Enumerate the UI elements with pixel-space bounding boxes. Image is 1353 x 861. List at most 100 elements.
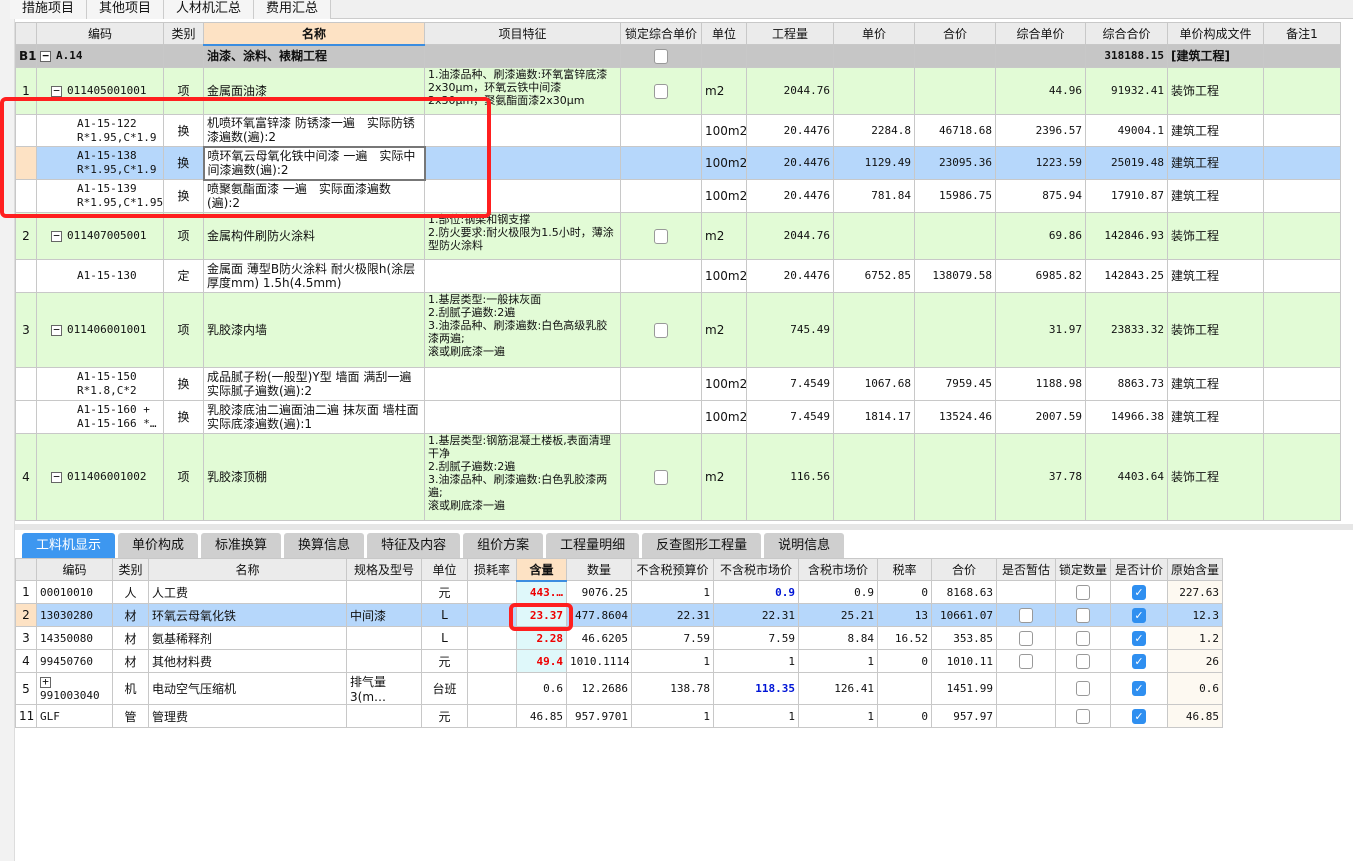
- priced-checkbox[interactable]: ✓: [1132, 607, 1146, 623]
- resource-row[interactable]: 2 13030280 材环氧云母氧化铁 中间漆 L 23.37 477.8604 22.31 2…: [15, 603, 1223, 627]
- note-header[interactable]: 备注1: [1263, 22, 1341, 45]
- resource-row[interactable]: 1 00010010 人人工费元 443.… 9076.25 1 0.9 0.9 0 8168.6…: [15, 580, 1223, 604]
- splitter[interactable]: [15, 524, 1353, 530]
- price-file-cell[interactable]: 装饰工程: [1167, 67, 1264, 115]
- total-header[interactable]: 合价: [914, 22, 996, 45]
- note-cell[interactable]: [1263, 433, 1341, 521]
- code-cell[interactable]: 13030280: [36, 603, 113, 627]
- lock-price-checkbox[interactable]: [654, 469, 668, 485]
- tax-rate-cell[interactable]: 13: [877, 603, 932, 627]
- note-cell[interactable]: [1263, 212, 1341, 260]
- bill-row[interactable]: 3−011406001001 项乳胶漆内墙 1.基层类型:一般抹灰面 2.刮腻子遍数…: [15, 292, 1341, 368]
- name-cell[interactable]: 油漆、涂料、裱糊工程: [203, 44, 425, 68]
- lock-price-checkbox[interactable]: [654, 48, 668, 64]
- name-cell[interactable]: 环氧云母氧化铁: [148, 603, 347, 627]
- code-cell[interactable]: −011405001001: [36, 67, 164, 115]
- collapse-icon[interactable]: −: [51, 324, 62, 336]
- name-cell[interactable]: 其他材料费: [148, 649, 347, 673]
- priced-checkbox[interactable]: ✓: [1132, 653, 1146, 669]
- code-cell[interactable]: A1-15-150 R*1.8,C*2: [36, 367, 164, 401]
- tax-rate-cell[interactable]: 0: [877, 704, 932, 728]
- detail-tab[interactable]: 反查图形工程量: [642, 533, 762, 558]
- tax-rate-cell[interactable]: 16.52: [877, 626, 932, 650]
- detail-tab[interactable]: 单价构成: [118, 533, 199, 558]
- name-cell[interactable]: 金属面油漆: [203, 67, 425, 115]
- name-cell[interactable]: 乳胶漆顶棚: [203, 433, 425, 521]
- type-header[interactable]: 类别: [163, 22, 204, 45]
- code-header[interactable]: 编码: [36, 22, 164, 45]
- detail-tab[interactable]: 说明信息: [764, 533, 845, 558]
- quantity-header[interactable]: 工程量: [746, 22, 834, 45]
- total-header[interactable]: 合价: [931, 558, 997, 581]
- detail-tab[interactable]: 组价方案: [463, 533, 544, 558]
- code-cell[interactable]: GLF: [36, 704, 113, 728]
- bill-row[interactable]: B1− A.14 油漆、涂料、裱糊工程 318188.15 [建筑工程]: [15, 44, 1341, 68]
- market-price-header[interactable]: 不含税市场价: [713, 558, 799, 581]
- feature-cell[interactable]: 1.油漆品种、刷漆遍数:环氧富锌底漆2x30μm，环氧云铁中间漆2x30μm，聚…: [424, 67, 621, 115]
- bill-row[interactable]: A1-15-130 定金属面 薄型B防火涂料 耐火极限h(涂层厚度mm) 1.5h…: [15, 259, 1341, 293]
- loss-rate-cell[interactable]: [467, 649, 517, 673]
- provisional-checkbox[interactable]: [1019, 607, 1033, 623]
- bill-row[interactable]: A1-15-150 R*1.8,C*2 换成品腻子粉(一般型)Y型 墙面 满刮一遍…: [15, 367, 1341, 401]
- market-price-cell[interactable]: 1: [713, 704, 799, 728]
- resource-row[interactable]: 11 GLF 管管理费元 46.85 957.9701 1 1 1 0 957.97 ✓ 46.85: [15, 704, 1223, 728]
- price-file-cell[interactable]: 建筑工程: [1167, 114, 1264, 147]
- price-file-cell[interactable]: [建筑工程]: [1167, 44, 1264, 68]
- bill-row[interactable]: 2−011407005001 项金属构件刷防火涂料 1.部位:钢梁和钢支撑 2.防火…: [15, 212, 1341, 260]
- name-cell[interactable]: 电动空气压缩机: [148, 672, 347, 705]
- resource-row[interactable]: 4 99450760 材其他材料费元 49.4 1010.1114 1 1 1 0 1010.11…: [15, 649, 1223, 673]
- tab-fee-summary[interactable]: 费用汇总: [254, 0, 332, 19]
- loss-rate-cell[interactable]: [467, 603, 517, 627]
- name-cell[interactable]: 金属构件刷防火涂料: [203, 212, 425, 260]
- unit-price-header[interactable]: 单价: [833, 22, 915, 45]
- lock-quantity-checkbox[interactable]: [1076, 708, 1090, 724]
- price-file-cell[interactable]: 建筑工程: [1167, 146, 1264, 180]
- content-cell[interactable]: 0.6: [516, 672, 567, 705]
- code-cell[interactable]: A1-15-139 R*1.95,C*1.95: [36, 179, 164, 213]
- budget-price-header[interactable]: 不含税预算价: [631, 558, 714, 581]
- price-file-cell[interactable]: 装饰工程: [1167, 433, 1264, 521]
- collapse-icon[interactable]: −: [51, 85, 62, 97]
- resource-row[interactable]: 5 +991003040 机电动空气压缩机 排气量3(m… 台班 0.6 12.2686 13…: [15, 672, 1223, 705]
- lock-price-checkbox[interactable]: [654, 322, 668, 338]
- price-file-cell[interactable]: 装饰工程: [1167, 212, 1264, 260]
- name-cell[interactable]: 金属面 薄型B防火涂料 耐火极限h(涂层厚度mm) 1.5h(4.5mm): [203, 259, 425, 293]
- spec-cell[interactable]: 中间漆: [346, 603, 422, 627]
- tax-market-price-cell[interactable]: 0.9: [798, 580, 878, 604]
- spec-cell[interactable]: 排气量3(m…: [346, 672, 422, 705]
- price-file-cell[interactable]: 建筑工程: [1167, 179, 1264, 213]
- feature-cell[interactable]: 1.基层类型:一般抹灰面 2.刮腻子遍数:2遍 3.油漆品种、刷漆遍数:白色高级…: [424, 292, 621, 368]
- code-cell[interactable]: 99450760: [36, 649, 113, 673]
- code-cell[interactable]: −011407005001: [36, 212, 164, 260]
- tax-rate-header[interactable]: 税率: [877, 558, 932, 581]
- note-cell[interactable]: [1263, 179, 1341, 213]
- name-header[interactable]: 名称: [203, 22, 425, 46]
- lock-quantity-checkbox[interactable]: [1076, 607, 1090, 623]
- content-header[interactable]: 含量: [516, 558, 567, 582]
- code-header[interactable]: 编码: [36, 558, 113, 581]
- priced-checkbox[interactable]: ✓: [1132, 708, 1146, 724]
- price-file-cell[interactable]: 建筑工程: [1167, 259, 1264, 293]
- code-cell[interactable]: − A.14: [36, 44, 164, 68]
- tax-market-price-cell[interactable]: 1: [798, 704, 878, 728]
- row-number-header[interactable]: [15, 558, 37, 581]
- name-cell[interactable]: 喷环氧云母氧化铁中间漆 一遍 实际中间漆遍数(遍):2: [202, 145, 426, 181]
- spec-cell[interactable]: [346, 626, 422, 650]
- detail-tab[interactable]: 特征及内容: [367, 533, 461, 558]
- original-content-header[interactable]: 原始含量: [1167, 558, 1223, 581]
- feature-cell[interactable]: 1.基层类型:钢筋混凝土楼板,表面清理干净 2.刮腻子遍数:2遍 3.油漆品种、…: [424, 433, 621, 521]
- code-cell[interactable]: −011406001002: [36, 433, 164, 521]
- provisional-checkbox[interactable]: [1019, 653, 1033, 669]
- bill-row[interactable]: 4−011406001002 项乳胶漆顶棚 1.基层类型:钢筋混凝土楼板,表面清理干…: [15, 433, 1341, 521]
- note-cell[interactable]: [1263, 367, 1341, 401]
- loss-rate-cell[interactable]: [467, 626, 517, 650]
- provisional-checkbox[interactable]: [1019, 630, 1033, 646]
- loss-rate-cell[interactable]: [467, 704, 517, 728]
- tax-market-price-cell[interactable]: 8.84: [798, 626, 878, 650]
- spec-cell[interactable]: [346, 580, 422, 604]
- tax-market-price-cell[interactable]: 1: [798, 649, 878, 673]
- provisional-header[interactable]: 是否暂估: [996, 558, 1056, 581]
- lock-quantity-checkbox[interactable]: [1076, 630, 1090, 646]
- lock-price-header[interactable]: 锁定综合单价: [620, 22, 702, 45]
- tab-measures[interactable]: 措施项目: [10, 0, 88, 19]
